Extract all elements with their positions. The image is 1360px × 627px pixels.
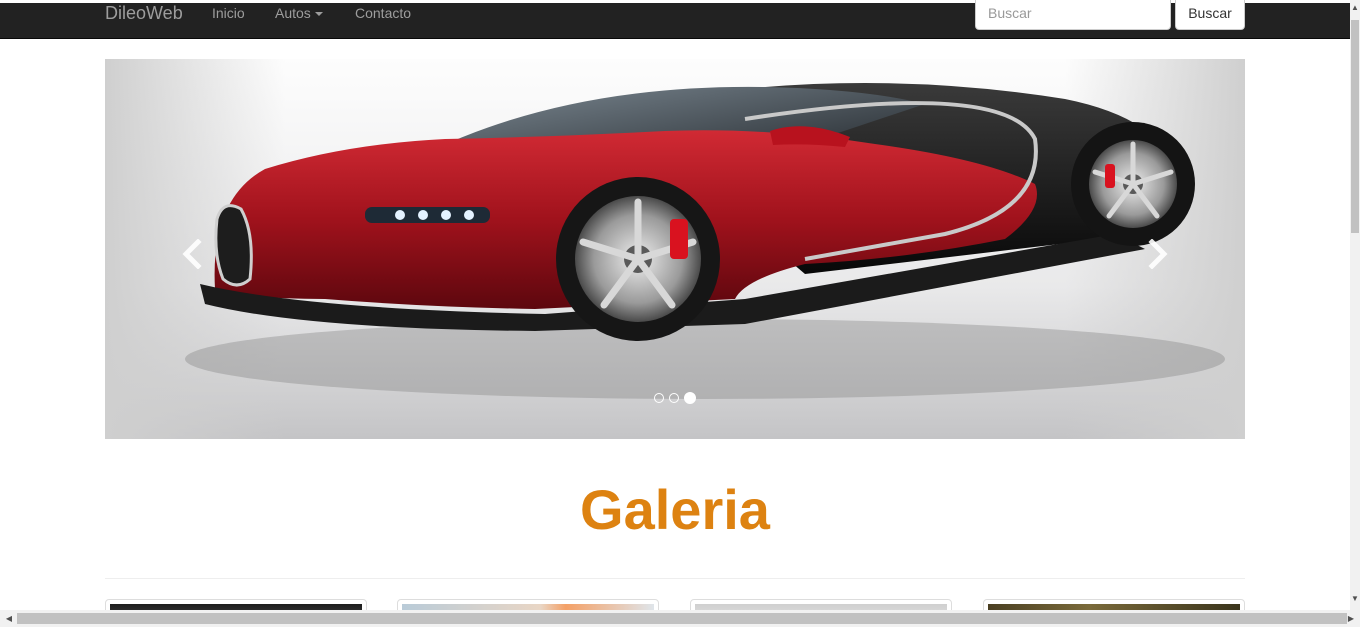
brand-link[interactable]: DileoWeb <box>105 4 183 22</box>
carousel-indicator-3[interactable] <box>684 392 696 404</box>
car-carousel <box>105 59 1245 439</box>
nav-link-inicio[interactable]: Inicio <box>212 6 245 20</box>
search-button[interactable]: Buscar <box>1175 0 1245 30</box>
search-input[interactable] <box>975 0 1171 30</box>
top-navbar: DileoWeb Inicio Autos Contacto Buscar <box>0 0 1350 39</box>
nav-link-autos[interactable]: Autos <box>275 6 323 20</box>
page: DileoWeb Inicio Autos Contacto Buscar Bu… <box>0 0 1360 627</box>
nav-link-contacto[interactable]: Contacto <box>355 6 411 20</box>
horizontal-scrollbar[interactable]: ◀ ▶ <box>0 610 1360 627</box>
carousel-slide-image <box>105 59 1245 439</box>
carousel-indicator-1[interactable] <box>654 393 664 403</box>
scroll-right-arrow-icon[interactable]: ▶ <box>1345 613 1357 624</box>
horizontal-scrollbar-thumb[interactable] <box>17 613 1347 624</box>
scroll-down-arrow-icon[interactable]: ▼ <box>1351 594 1359 604</box>
section-divider <box>105 578 1245 579</box>
gallery-title: Galeria <box>580 478 770 541</box>
vertical-scrollbar[interactable]: ▲ ▼ <box>1350 0 1360 610</box>
chevron-left-icon[interactable] <box>178 239 208 269</box>
carousel-indicators <box>654 392 696 404</box>
nav-link-autos-label: Autos <box>275 5 311 21</box>
scroll-left-arrow-icon[interactable]: ◀ <box>3 613 15 624</box>
chevron-right-icon[interactable] <box>1142 239 1172 269</box>
caret-down-icon <box>314 12 323 17</box>
scroll-up-arrow-icon[interactable]: ▲ <box>1351 3 1359 13</box>
vertical-scrollbar-thumb[interactable] <box>1351 20 1359 233</box>
carousel-indicator-2[interactable] <box>669 393 679 403</box>
